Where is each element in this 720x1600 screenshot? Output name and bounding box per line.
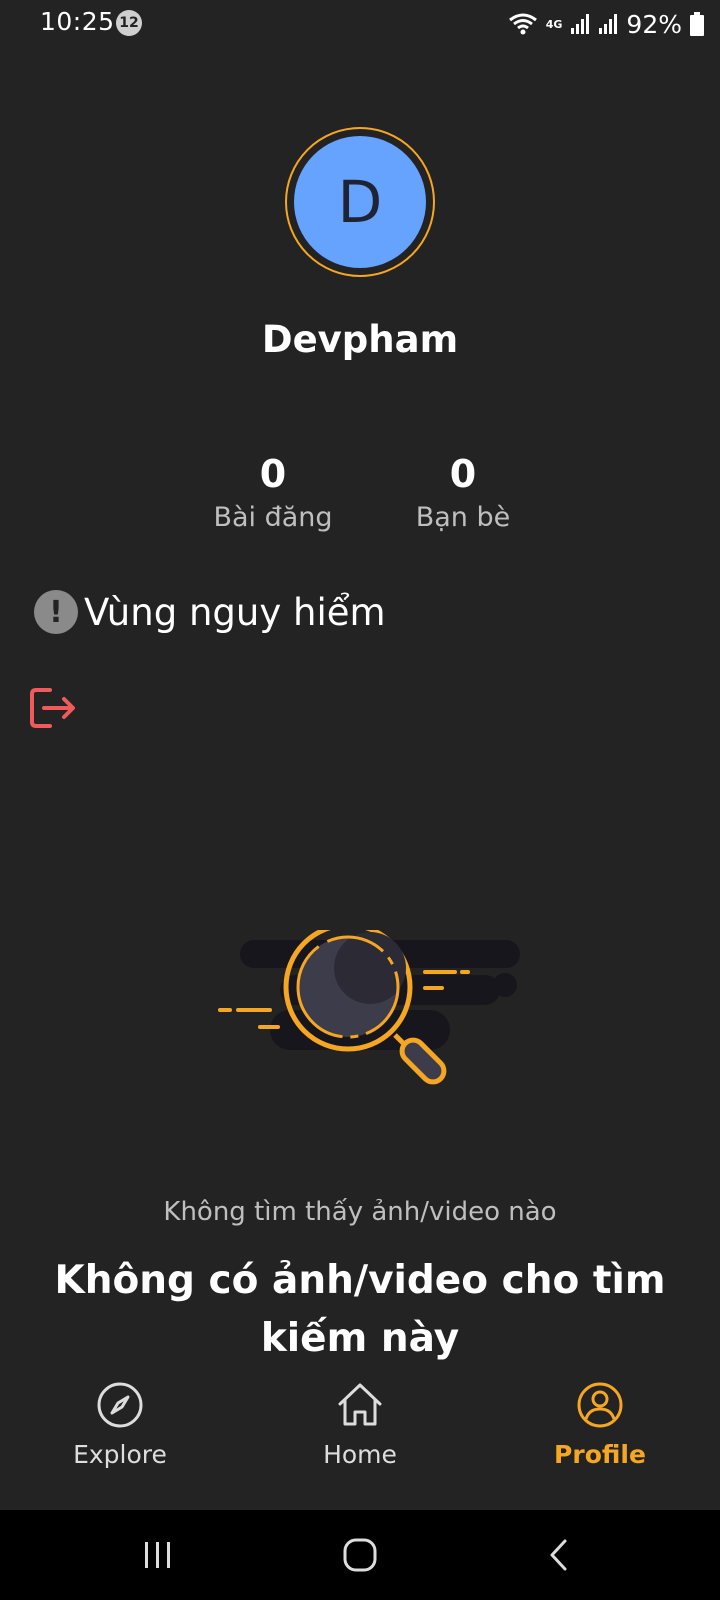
logout-icon (30, 688, 75, 728)
nav-profile[interactable]: Profile (480, 1370, 720, 1510)
battery-icon (690, 12, 704, 36)
warning-icon: ! (34, 590, 78, 634)
notification-count-badge: 12 (116, 10, 142, 36)
network-type: 4G (545, 17, 563, 31)
wifi-icon (508, 13, 537, 35)
posts-stat[interactable]: 0 Bài đăng (193, 452, 353, 533)
bottom-navigation: Explore Home Profile (0, 1370, 720, 1510)
signal-icon (571, 14, 590, 34)
friends-stat[interactable]: 0 Bạn bè (383, 452, 543, 533)
battery-level: 92% (626, 9, 682, 39)
system-navigation-bar (0, 1510, 720, 1600)
nav-profile-label: Profile (554, 1440, 646, 1469)
status-time: 10:25 (40, 7, 115, 36)
logout-button[interactable] (28, 684, 80, 732)
empty-state-subtitle: Không tìm thấy ảnh/video nào (163, 1197, 557, 1227)
danger-zone-label: Vùng nguy hiểm (84, 590, 386, 634)
chevron-left-icon (550, 1539, 567, 1571)
danger-zone-heading: ! Vùng nguy hiểm (34, 590, 386, 634)
recents-icon (145, 1542, 170, 1568)
friends-count: 0 (449, 452, 477, 496)
posts-count: 0 (259, 452, 287, 496)
status-indicators: 4G 92% (508, 6, 704, 42)
nav-explore-label: Explore (73, 1440, 167, 1469)
home-icon (338, 1383, 382, 1426)
user-circle-icon (577, 1382, 623, 1428)
status-bar: 10:25 12 4G 92% (0, 0, 720, 48)
compass-icon (97, 1382, 143, 1428)
circle-home-icon (343, 1538, 377, 1572)
nav-explore[interactable]: Explore (0, 1370, 240, 1510)
avatar: D (294, 136, 426, 268)
friends-label: Bạn bè (415, 502, 511, 533)
magnifier-illustration (218, 930, 520, 1085)
empty-state-title: Không có ảnh/video cho tìm kiếm này (54, 1258, 666, 1361)
nav-home[interactable]: Home (240, 1370, 480, 1510)
recents-button[interactable] (108, 1510, 208, 1600)
system-home-button[interactable] (310, 1510, 410, 1600)
profile-name: Devpham (261, 318, 459, 361)
nav-home-label: Home (323, 1440, 397, 1469)
signal-icon-2 (599, 14, 618, 34)
avatar-ring[interactable]: D (285, 127, 435, 277)
back-button[interactable] (510, 1510, 610, 1600)
posts-label: Bài đăng (213, 502, 333, 533)
